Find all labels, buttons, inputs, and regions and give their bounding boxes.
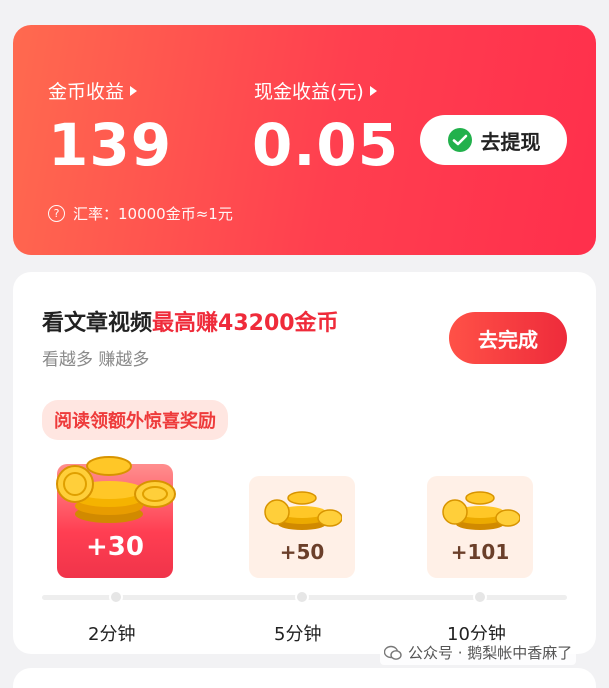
progress-dot <box>473 590 487 604</box>
wechat-pay-icon <box>447 128 472 152</box>
task-subtitle: 看越多 赚越多 <box>42 350 150 370</box>
reward-value: +30 <box>86 532 144 562</box>
withdraw-label: 去提现 <box>480 129 541 154</box>
watermark: 公众号 · 鹅梨帐中香麻了 <box>380 640 577 665</box>
reward-tile-5min[interactable]: +50 <box>249 476 355 578</box>
progress-dot <box>109 590 123 604</box>
reading-task-card: 看文章视频最高赚43200金币 看越多 赚越多 去完成 阅读领额外惊喜奖励 +3… <box>13 272 596 654</box>
cash-earnings-value: 0.05 <box>252 111 400 179</box>
next-card-peek <box>13 668 596 688</box>
cash-earnings-label: 现金收益(元) <box>254 81 364 103</box>
time-label: 2分钟 <box>88 624 136 645</box>
reward-value: +101 <box>450 540 510 564</box>
question-icon[interactable]: ? <box>48 205 65 222</box>
reward-tile-10min[interactable]: +101 <box>427 476 533 578</box>
triangle-right-icon <box>130 85 138 96</box>
progress-dot <box>295 590 309 604</box>
triangle-right-icon <box>369 85 377 96</box>
task-title: 看文章视频最高赚43200金币 <box>42 305 339 337</box>
time-label: 5分钟 <box>274 624 322 645</box>
exchange-rate: ? 汇率：10000金币≈1元 <box>48 203 233 224</box>
coin-stack-icon <box>264 491 342 530</box>
exchange-rate-text: 汇率：10000金币≈1元 <box>73 205 233 223</box>
coin-earnings-value: 139 <box>48 111 173 179</box>
task-title-highlight: 最高赚43200金币 <box>152 311 339 336</box>
watermark-text: 公众号 · 鹅梨帐中香麻了 <box>408 644 573 662</box>
bonus-tag: 阅读领额外惊喜奖励 <box>42 400 228 440</box>
wechat-official-account-icon <box>384 645 402 660</box>
go-complete-button[interactable]: 去完成 <box>449 312 567 364</box>
reward-tile-2min[interactable]: +30 <box>56 456 176 578</box>
withdraw-button[interactable]: 去提现 <box>420 115 567 165</box>
cash-earnings-link[interactable]: 现金收益(元) <box>254 77 377 104</box>
task-title-main: 看文章视频 <box>42 311 153 336</box>
reward-value: +50 <box>279 540 325 564</box>
coin-earnings-link[interactable]: 金币收益 <box>48 77 138 104</box>
coin-stack-icon <box>56 456 176 523</box>
coin-stack-icon <box>442 491 520 530</box>
coin-earnings-label: 金币收益 <box>48 81 125 103</box>
earnings-card: 金币收益 139 现金收益(元) 0.05 去提现 ? 汇率：10000金币≈1… <box>13 25 596 255</box>
